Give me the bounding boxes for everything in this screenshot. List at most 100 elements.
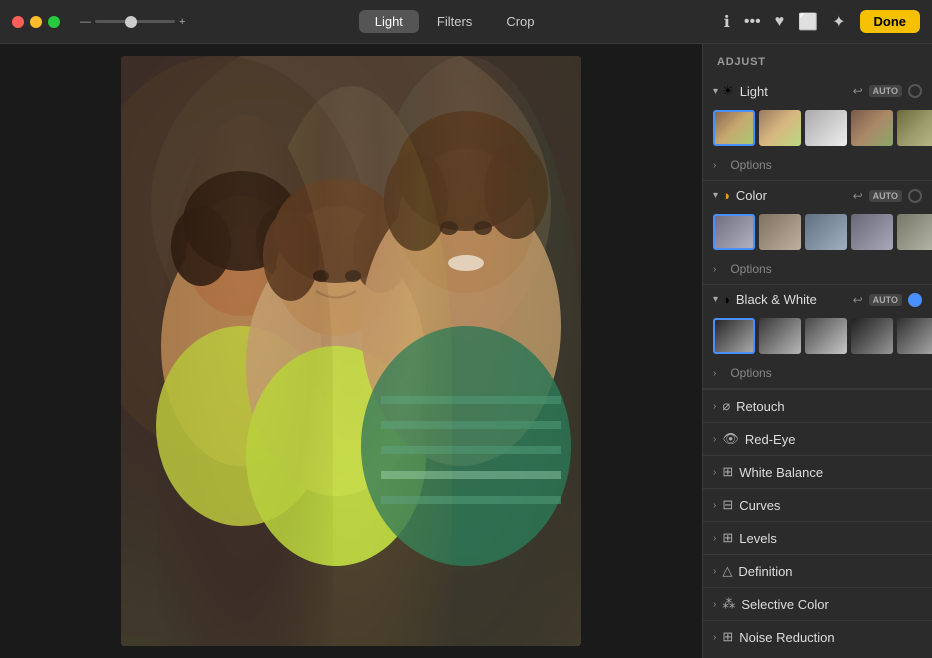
levels-icon: ⊞ xyxy=(722,530,733,546)
curves-label: Curves xyxy=(739,498,780,513)
bw-options-chevron: › xyxy=(713,368,716,379)
color-icon: ◑ xyxy=(722,188,730,203)
bw-auto-badge[interactable]: AUTO xyxy=(869,294,902,306)
bw-thumb-2[interactable] xyxy=(759,318,801,354)
crop-icon[interactable]: ⬜ xyxy=(798,12,818,32)
right-panel: ADJUST ▾ ☀ Light ↩ AUTO xyxy=(702,44,932,658)
color-options[interactable]: › Options xyxy=(703,258,932,284)
reset-section: Reset Adjustments xyxy=(703,653,932,658)
minimize-button[interactable] xyxy=(30,16,42,28)
retouch-label: Retouch xyxy=(736,399,784,414)
noise-chevron: › xyxy=(713,632,716,643)
redeye-icon: 👁 xyxy=(722,431,739,447)
redeye-row[interactable]: › 👁 Red-Eye xyxy=(703,422,932,455)
retouch-chevron: › xyxy=(713,401,716,412)
done-button[interactable]: Done xyxy=(860,10,921,33)
light-auto-badge[interactable]: AUTO xyxy=(869,85,902,97)
color-controls: ↩ AUTO xyxy=(853,189,922,203)
tab-filters[interactable]: Filters xyxy=(421,10,488,33)
bw-section: ▾ ◑ Black & White ↩ AUTO › Options xyxy=(703,285,932,389)
levels-row[interactable]: › ⊞ Levels xyxy=(703,521,932,554)
color-header[interactable]: ▾ ◑ Color ↩ AUTO xyxy=(703,181,932,210)
bw-header[interactable]: ▾ ◑ Black & White ↩ AUTO xyxy=(703,285,932,314)
color-thumb-1[interactable] xyxy=(713,214,755,250)
bw-thumb-4[interactable] xyxy=(851,318,893,354)
color-reset-icon[interactable]: ↩ xyxy=(853,189,863,203)
color-thumb-4[interactable] xyxy=(851,214,893,250)
light-header[interactable]: ▾ ☀ Light ↩ AUTO xyxy=(703,76,932,106)
maximize-button[interactable] xyxy=(48,16,60,28)
light-thumb-2[interactable] xyxy=(759,110,801,146)
brightness-slider[interactable]: — + xyxy=(80,16,185,28)
bw-thumb-5[interactable] xyxy=(897,318,932,354)
color-chevron: ▾ xyxy=(713,190,718,201)
whitebalance-row[interactable]: › ⊞ White Balance xyxy=(703,455,932,488)
redeye-label: Red-Eye xyxy=(745,432,796,447)
tab-adjust[interactable]: Light xyxy=(359,10,419,33)
color-circle[interactable] xyxy=(908,189,922,203)
levels-chevron: › xyxy=(713,533,716,544)
magic-icon[interactable]: ✦ xyxy=(832,12,845,32)
light-controls: ↩ AUTO xyxy=(853,84,922,98)
bw-label: Black & White xyxy=(736,292,853,307)
bw-controls: ↩ AUTO xyxy=(853,293,922,307)
sel-label: Selective Color xyxy=(741,597,828,612)
def-icon: △ xyxy=(722,563,732,579)
light-thumb-5[interactable] xyxy=(897,110,932,146)
slider-track xyxy=(95,20,175,23)
color-thumbnails xyxy=(703,210,932,258)
photo-svg xyxy=(121,56,581,646)
photo-image xyxy=(121,56,581,646)
sel-chevron: › xyxy=(713,599,716,610)
wb-icon: ⊞ xyxy=(722,464,733,480)
color-options-chevron: › xyxy=(713,264,716,275)
light-reset-icon[interactable]: ↩ xyxy=(853,84,863,98)
main-content: ADJUST ▾ ☀ Light ↩ AUTO xyxy=(0,44,932,658)
retouch-row[interactable]: › ⌀ Retouch xyxy=(703,389,932,422)
panel-title: ADJUST xyxy=(703,44,932,76)
color-auto-badge[interactable]: AUTO xyxy=(869,190,902,202)
traffic-lights xyxy=(12,16,60,28)
color-thumb-2[interactable] xyxy=(759,214,801,250)
color-thumb-3[interactable] xyxy=(805,214,847,250)
bw-thumbnails xyxy=(703,314,932,362)
selective-row[interactable]: › ⁂ Selective Color xyxy=(703,587,932,620)
slider-thumb xyxy=(125,16,137,28)
slider-minus-icon: — xyxy=(80,16,91,28)
color-thumb-5[interactable] xyxy=(897,214,932,250)
bw-icon: ◑ xyxy=(722,292,730,307)
redeye-chevron: › xyxy=(713,434,716,445)
bw-thumb-3[interactable] xyxy=(805,318,847,354)
color-label: Color xyxy=(736,188,853,203)
light-thumb-1[interactable] xyxy=(713,110,755,146)
tab-crop[interactable]: Crop xyxy=(490,10,550,33)
curves-icon: ⊟ xyxy=(722,497,733,513)
light-thumb-3[interactable] xyxy=(805,110,847,146)
retouch-icon: ⌀ xyxy=(722,398,730,414)
bw-circle[interactable] xyxy=(908,293,922,307)
bw-thumb-1[interactable] xyxy=(713,318,755,354)
light-options-chevron: › xyxy=(713,160,716,171)
bw-options[interactable]: › Options xyxy=(703,362,932,388)
definition-row[interactable]: › △ Definition xyxy=(703,554,932,587)
def-chevron: › xyxy=(713,566,716,577)
favorite-icon[interactable]: ♥ xyxy=(775,13,785,31)
wb-chevron: › xyxy=(713,467,716,478)
light-label: Light xyxy=(740,84,853,99)
close-button[interactable] xyxy=(12,16,24,28)
color-options-label: Options xyxy=(730,262,771,276)
light-circle[interactable] xyxy=(908,84,922,98)
bw-reset-icon[interactable]: ↩ xyxy=(853,293,863,307)
light-thumb-4[interactable] xyxy=(851,110,893,146)
light-options-label: Options xyxy=(730,158,771,172)
light-options[interactable]: › Options xyxy=(703,154,932,180)
slider-plus-icon: + xyxy=(179,16,185,28)
info-icon[interactable]: ℹ xyxy=(724,12,730,32)
titlebar: — + Light Filters Crop ℹ ••• ♥ ⬜ ✦ Done xyxy=(0,0,932,44)
noise-icon: ⊞ xyxy=(722,629,733,645)
more-icon[interactable]: ••• xyxy=(744,13,761,31)
noise-row[interactable]: › ⊞ Noise Reduction xyxy=(703,620,932,653)
curves-chevron: › xyxy=(713,500,716,511)
curves-row[interactable]: › ⊟ Curves xyxy=(703,488,932,521)
bw-options-label: Options xyxy=(730,366,771,380)
